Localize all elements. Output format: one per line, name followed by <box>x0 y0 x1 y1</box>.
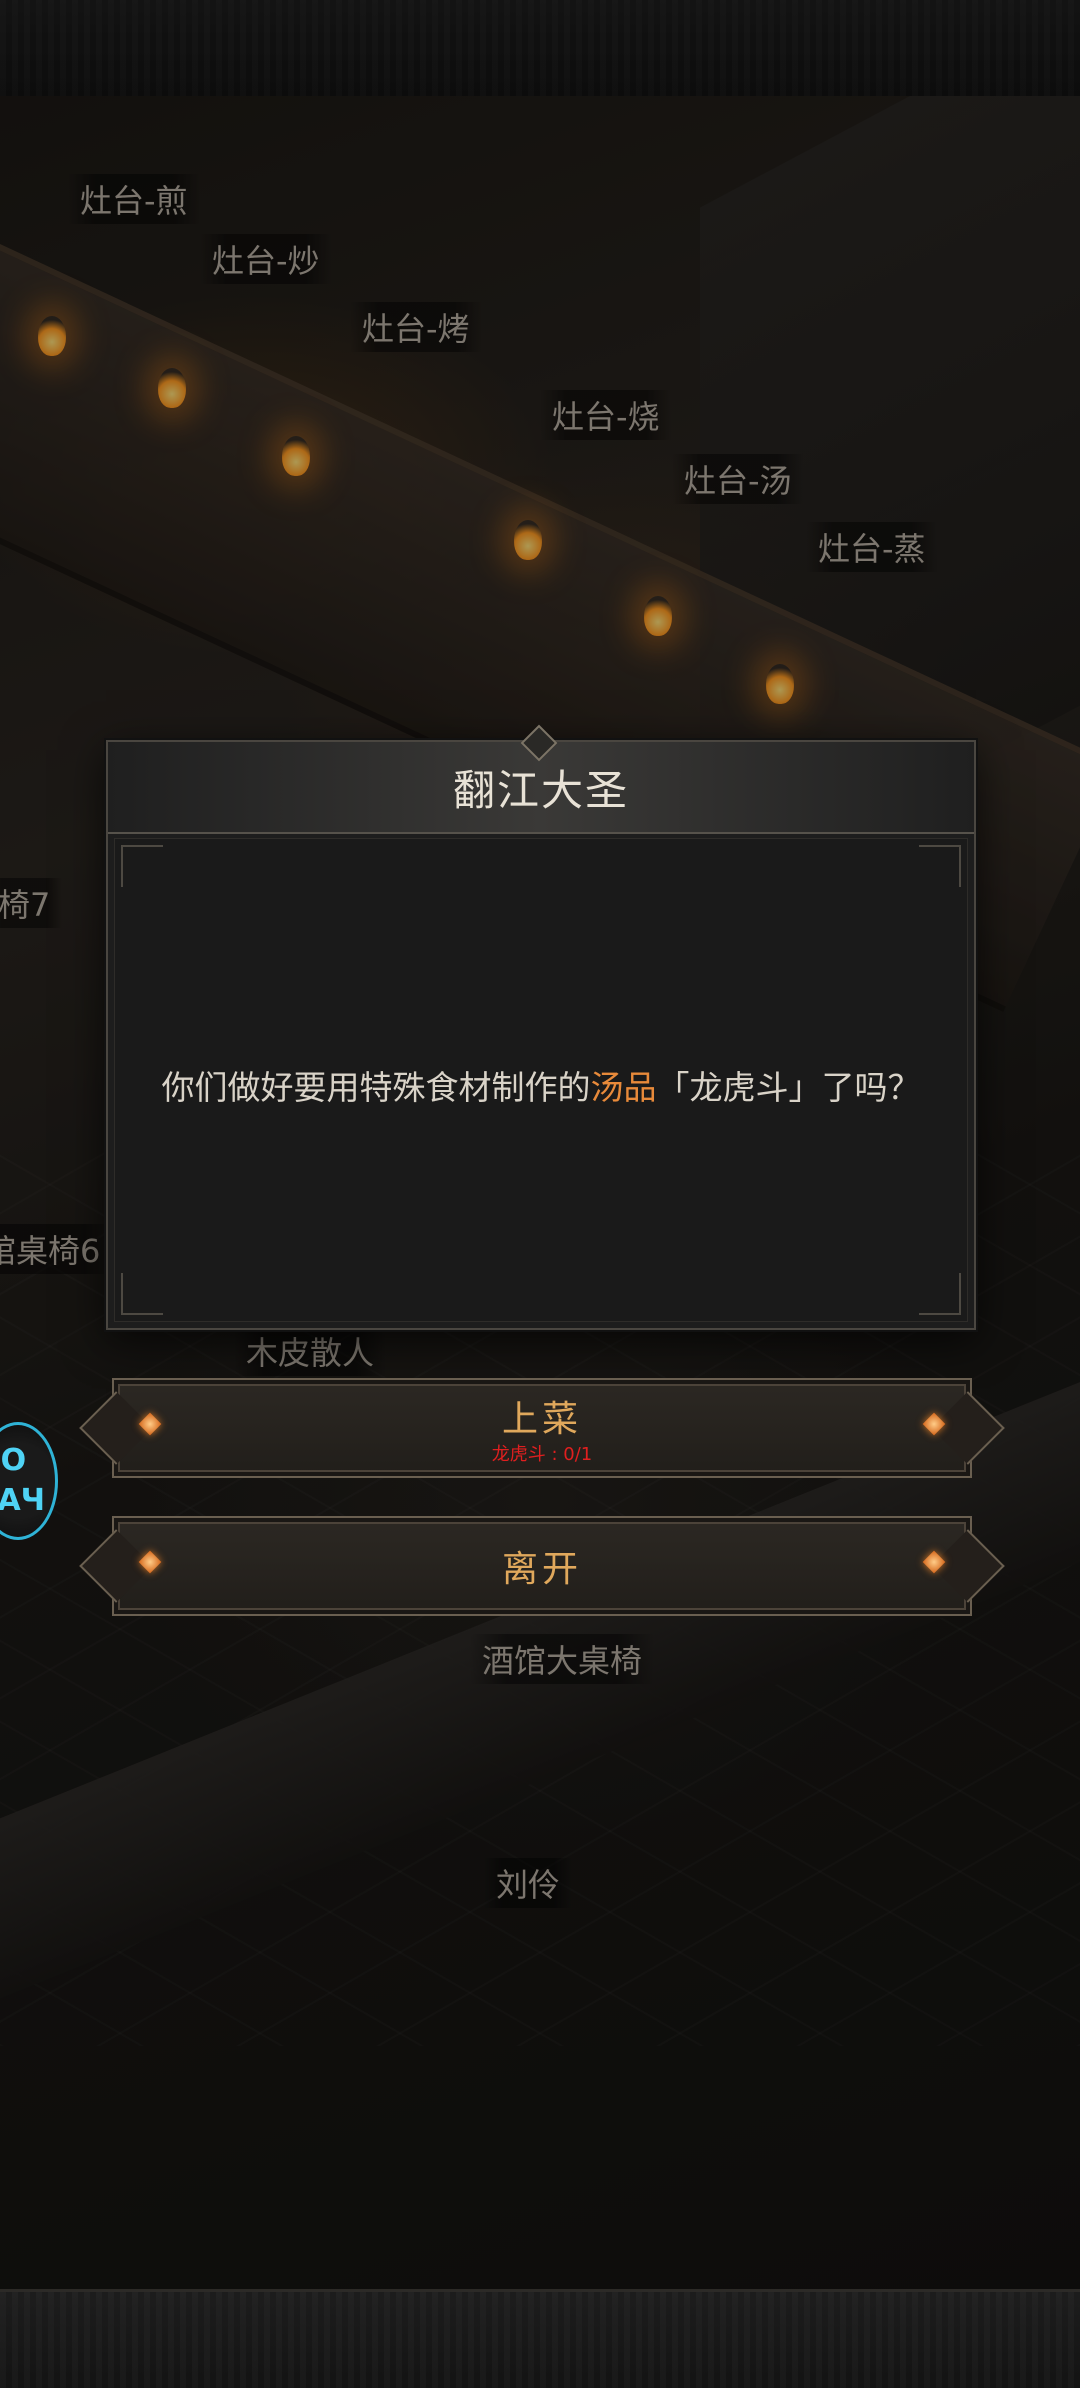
corner-ornament-icon <box>919 1273 961 1315</box>
leave-button-label: 离开 <box>501 1549 582 1590</box>
bottom-frame-bar <box>0 2289 1080 2388</box>
corner-ornament-icon <box>121 845 163 887</box>
leave-button[interactable]: 离开 <box>79 1516 1005 1616</box>
dialog-message-highlight: 汤品 <box>590 1068 657 1107</box>
serve-dish-button[interactable]: 上菜 龙虎斗 : 0/1 <box>79 1378 1005 1478</box>
dialog-message-end: 「龙虎斗」了吗？ <box>656 1068 921 1107</box>
dialog-message-start: 你们做好要用特殊食材制作的 <box>161 1068 591 1107</box>
dialog-body: 你们做好要用特殊食材制作的汤品「龙虎斗」了吗？ <box>114 838 968 1322</box>
serve-requirement: 龙虎斗 : 0/1 <box>491 1444 593 1465</box>
corner-ornament-icon <box>919 845 961 887</box>
npc-dialog: 翻江大圣 你们做好要用特殊食材制作的汤品「龙虎斗」了吗？ <box>106 724 976 1330</box>
dialog-message: 你们做好要用特殊食材制作的汤品「龙虎斗」了吗？ <box>115 1061 967 1109</box>
serve-button-label: 上菜 <box>501 1399 582 1440</box>
corner-ornament-icon <box>121 1273 163 1315</box>
